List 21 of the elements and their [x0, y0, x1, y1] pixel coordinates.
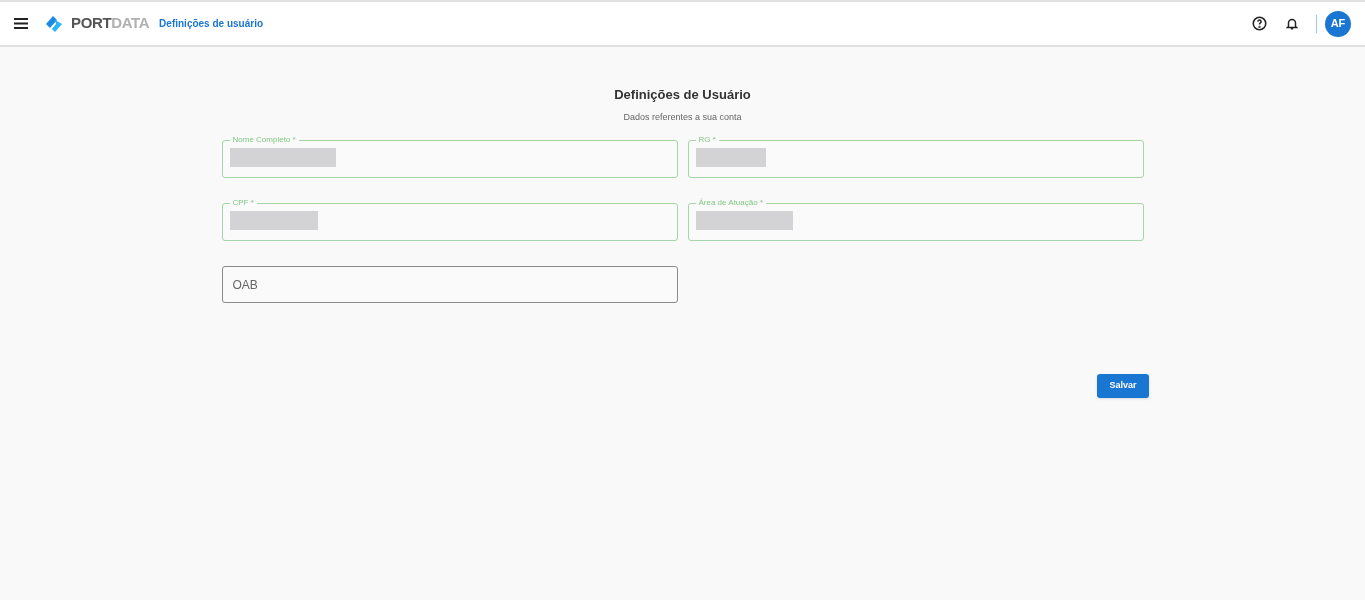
help-icon[interactable] — [1252, 16, 1267, 31]
form-title: Definições de Usuário — [614, 86, 751, 104]
form-subtitle: Dados referentes a sua conta — [623, 110, 742, 124]
field-label: Área de Atuação * — [697, 198, 764, 208]
logo-icon — [44, 14, 64, 33]
field-label: RG * — [697, 135, 717, 145]
save-button[interactable]: Salvar — [1097, 374, 1149, 398]
page-title: Definições de usuário — [159, 17, 264, 31]
logo-text: PORT — [71, 13, 112, 34]
input-field[interactable]: CPF * — [221, 198, 678, 241]
input-field[interactable]: OAB — [221, 266, 678, 303]
input-field[interactable]: Área de Atuação * — [687, 198, 1144, 241]
bell-icon[interactable] — [1285, 16, 1299, 31]
input-field[interactable]: Nome Completo * — [221, 135, 678, 178]
menu-icon[interactable] — [14, 18, 28, 29]
logo-text: DATA — [111, 13, 150, 34]
field-label: Nome Completo * — [231, 135, 297, 145]
input-field[interactable]: RG * — [687, 135, 1144, 178]
redacted-value — [695, 148, 766, 167]
field-label: CPF * — [231, 198, 255, 208]
avatar[interactable]: AF — [1325, 10, 1351, 37]
